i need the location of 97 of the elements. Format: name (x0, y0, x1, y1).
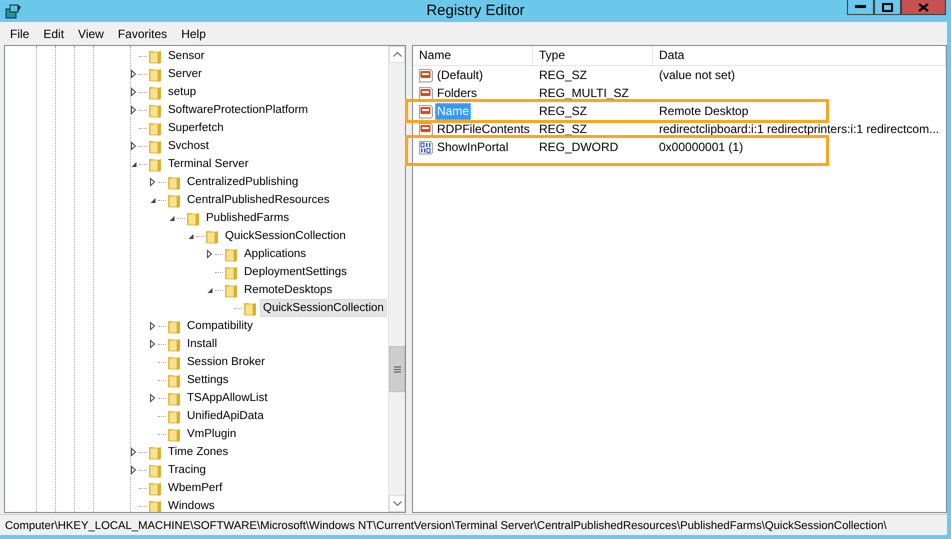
scrollbar[interactable] (388, 46, 405, 512)
expand-icon[interactable] (129, 105, 139, 115)
folder-icon (166, 174, 182, 190)
value-type: REG_DWORD (539, 140, 618, 154)
expand-icon[interactable] (129, 87, 139, 97)
expand-icon[interactable] (129, 465, 139, 475)
folder-icon (147, 138, 163, 154)
menu-item[interactable]: Edit (36, 24, 72, 44)
minimize-icon (855, 5, 866, 9)
folder-icon (166, 426, 182, 442)
menu-item[interactable]: File (3, 24, 36, 44)
tree-item[interactable]: TSAppAllowList (184, 389, 271, 407)
folder-icon (166, 318, 182, 334)
folder-icon (204, 228, 220, 244)
scroll-up-icon[interactable] (389, 46, 405, 63)
tree-item[interactable]: Time Zones (165, 443, 232, 461)
value-name[interactable]: RDPFileContents (435, 120, 532, 138)
folder-icon (147, 48, 163, 64)
folder-icon (166, 192, 182, 208)
menu-item[interactable]: Help (174, 24, 213, 44)
column-header[interactable]: Name (413, 46, 533, 65)
value-data: redirectclipboard:i:1 redirectprinters:i:1 redirectcom... (659, 122, 940, 136)
tree-item[interactable]: Install (184, 335, 220, 353)
tree-item[interactable]: SoftwareProtectionPlatform (165, 101, 311, 119)
value-name[interactable]: Folders (435, 84, 480, 102)
tree-item[interactable]: UnifiedApiData (184, 407, 267, 425)
tree-item[interactable]: RemoteDesktops (241, 281, 336, 299)
expand-icon[interactable] (148, 393, 158, 403)
tree-item[interactable]: Windows (165, 497, 218, 512)
value-type: REG_SZ (539, 68, 588, 82)
expand-icon[interactable] (205, 249, 215, 259)
folder-icon (147, 444, 163, 460)
folder-icon (166, 372, 182, 388)
expand-icon[interactable] (148, 339, 158, 349)
folder-icon (242, 300, 258, 316)
folder-icon (147, 156, 163, 172)
folder-icon (223, 246, 239, 262)
tree-item[interactable]: Applications (241, 245, 310, 263)
folder-icon (223, 282, 239, 298)
column-header[interactable]: Data (653, 46, 946, 65)
tree-item[interactable]: PublishedFarms (203, 209, 292, 227)
tree-item[interactable]: Compatibility (184, 317, 256, 335)
value-data: 0x00000001 (1) (659, 140, 744, 154)
folder-icon (147, 480, 163, 496)
folder-icon (147, 84, 163, 100)
column-header[interactable]: Type (533, 46, 653, 65)
menu-item[interactable]: Favorites (110, 24, 174, 44)
expand-icon[interactable] (129, 69, 139, 79)
tree-item[interactable]: QuickSessionCollection (222, 227, 349, 245)
app-icon[interactable] (5, 3, 22, 19)
tree-item[interactable]: CentralPublishedResources (184, 191, 333, 209)
folder-icon (166, 336, 182, 352)
tree-item[interactable]: VmPlugin (184, 425, 240, 443)
tree-item[interactable]: QuickSessionCollection (260, 299, 387, 317)
value-type: REG_MULTI_SZ (539, 86, 629, 100)
value-data: Remote Desktop (659, 104, 748, 118)
folder-icon (223, 264, 239, 280)
expand-icon[interactable] (148, 321, 158, 331)
expand-icon[interactable] (129, 447, 139, 457)
tree-item[interactable]: Sensor (165, 47, 208, 65)
status-bar: Computer\HKEY_LOCAL_MACHINE\SOFTWARE\Microsoft\Windows NT\CurrentVersion\Terminal Server\CentralPublishedResources\PublishedFarms\QuickSessionCollection\ (0, 514, 947, 536)
value-type: REG_SZ (539, 122, 588, 136)
close-icon (918, 2, 929, 12)
tree-item[interactable]: Tracing (165, 461, 209, 479)
value-name[interactable]: (Default) (435, 66, 486, 84)
value-data: (value not set) (659, 68, 736, 82)
folder-icon (147, 498, 163, 512)
folder-icon (147, 462, 163, 478)
tree-item[interactable]: Svchost (165, 137, 212, 155)
window-title: Registry Editor (426, 1, 525, 21)
folder-icon (147, 102, 163, 118)
tree-item[interactable]: Superfetch (165, 119, 227, 137)
folder-icon (166, 354, 182, 370)
tree-item[interactable]: Server (165, 65, 205, 83)
expand-icon[interactable] (129, 141, 139, 151)
tree-item[interactable]: CentralizedPublishing (184, 173, 302, 191)
tree-item[interactable]: Terminal Server (165, 155, 252, 173)
tree-item[interactable]: setup (165, 83, 200, 101)
close-button[interactable] (901, 0, 946, 15)
tree-item[interactable]: Session Broker (184, 353, 268, 371)
folder-icon (147, 120, 163, 136)
tree-item[interactable]: Settings (184, 371, 232, 389)
folder-icon (147, 66, 163, 82)
expand-icon[interactable] (148, 177, 158, 187)
tree-item[interactable]: DeploymentSettings (241, 263, 350, 281)
value-type: REG_SZ (539, 104, 588, 118)
folder-icon (166, 390, 182, 406)
tree-item[interactable]: WbemPerf (165, 479, 226, 497)
minimize-button[interactable] (847, 0, 874, 15)
scroll-down-icon[interactable] (389, 495, 405, 512)
menu-item[interactable]: View (71, 24, 111, 44)
folder-icon (166, 408, 182, 424)
scroll-thumb[interactable] (389, 346, 405, 392)
maximize-icon (882, 2, 893, 12)
folder-icon (185, 210, 201, 226)
value-name[interactable]: ShowInPortal (435, 138, 510, 156)
maximize-button[interactable] (874, 0, 901, 15)
